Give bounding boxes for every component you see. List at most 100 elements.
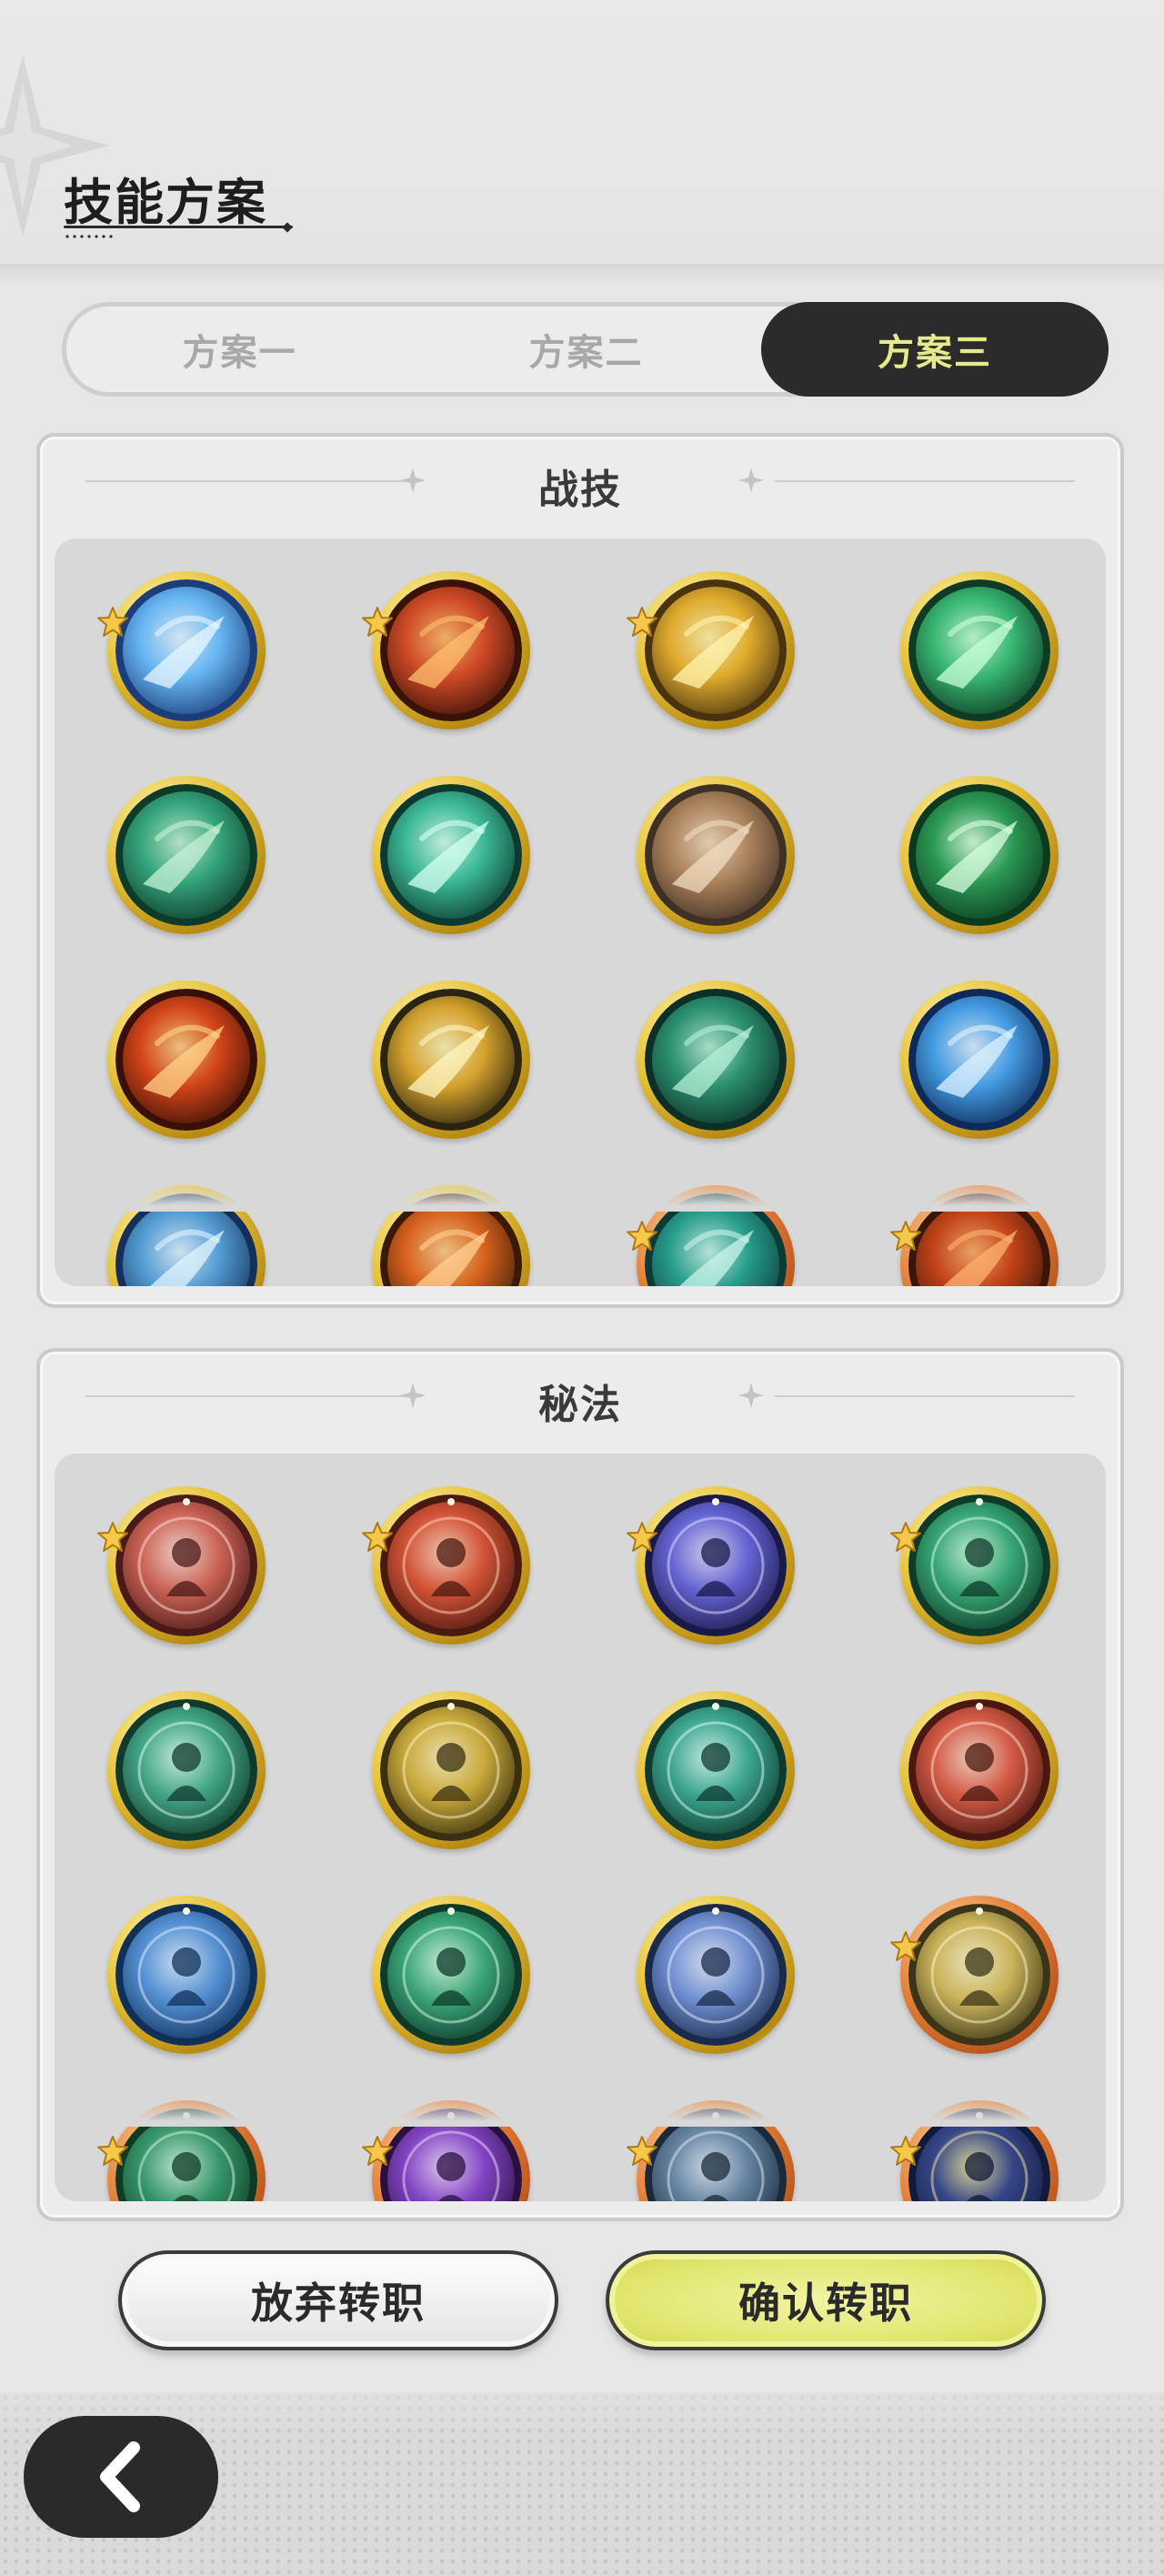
- ring-marker: [447, 1907, 455, 1915]
- healing-cross-skill-slot[interactable]: [900, 776, 1059, 934]
- tab-plan-1[interactable]: 方案一: [66, 307, 413, 392]
- arcane-clock-art-slot[interactable]: [627, 1486, 795, 1645]
- heart-art-slot[interactable]: [890, 1486, 1059, 1645]
- wind-blades-skill-icon: [380, 784, 522, 926]
- green-slash-skill-icon: [908, 579, 1050, 721]
- title-underline-end: [282, 222, 293, 233]
- ring-marker: [447, 1703, 455, 1710]
- header-line-right: [775, 1395, 1075, 1397]
- wind-orb-skill-slot[interactable]: [107, 776, 266, 934]
- rock-shield-skill-icon: [645, 784, 787, 926]
- scroll-fade: [55, 1175, 1106, 1212]
- ring-marker: [183, 1498, 190, 1505]
- golden-spirit-art-icon: [908, 1904, 1050, 2046]
- favorite-star-icon: [97, 2136, 128, 2166]
- golden-strike-skill-slot[interactable]: [627, 571, 795, 730]
- panel-title: 秘法: [538, 1382, 622, 1428]
- golden-spirit-art-art: [908, 1904, 1050, 2046]
- fire-vortex-skill-art: [380, 579, 522, 721]
- fire-spirit-art-icon: [908, 1699, 1050, 1841]
- favorite-star-icon: [362, 1522, 393, 1552]
- starlight-art-icon: [645, 1904, 787, 2046]
- rock-shield-skill-art: [645, 784, 787, 926]
- lightning-bolt-skill-slot[interactable]: [372, 981, 530, 1139]
- plan-tabs: 方案一 方案二 方案三: [62, 302, 1109, 397]
- tab-plan-2[interactable]: 方案二: [413, 307, 759, 392]
- favorite-star-icon: [890, 1931, 921, 1961]
- chevron-left-icon: [100, 2441, 140, 2512]
- phoenix-flame-art-slot[interactable]: [362, 1486, 530, 1645]
- wind-orb-skill-icon: [115, 784, 257, 926]
- phoenix-flame-art-art: [380, 1494, 522, 1636]
- art-grid[interactable]: [55, 1454, 1106, 2201]
- sparkle-icon: [738, 468, 764, 493]
- skill-grid[interactable]: [55, 538, 1106, 1286]
- favorite-star-icon: [627, 1221, 657, 1251]
- combat-skills-panel: 战技: [36, 433, 1124, 1308]
- ring-marker: [712, 1703, 719, 1710]
- fire-vortex-skill-slot[interactable]: [362, 571, 530, 730]
- fire-vortex-skill-icon: [380, 579, 522, 721]
- wind-spirit-art-slot[interactable]: [372, 1896, 530, 2054]
- guard-shield-art-art: [115, 1699, 257, 1841]
- power-up-art-icon: [380, 1699, 522, 1841]
- healing-cross-skill-art: [908, 784, 1050, 926]
- favorite-star-icon: [627, 1522, 657, 1552]
- fireball-skill-icon: [115, 989, 257, 1131]
- ring-marker: [183, 1907, 190, 1915]
- starlight-art-slot[interactable]: [637, 1896, 795, 2054]
- fire-spirit-art-slot[interactable]: [900, 1691, 1059, 1849]
- water-spirit-art-art: [115, 1904, 257, 2046]
- wind-spirit-art-art: [380, 1904, 522, 2046]
- fireball-skill-slot[interactable]: [107, 981, 266, 1139]
- recycle-art-slot[interactable]: [637, 1691, 795, 1849]
- heart-art-art: [908, 1494, 1050, 1636]
- starlight-art-art: [645, 1904, 787, 2046]
- thorn-vine-skill-art: [645, 989, 787, 1131]
- scroll-fade: [55, 2090, 1106, 2127]
- rock-shield-skill-slot[interactable]: [637, 776, 795, 934]
- favorite-star-icon: [890, 1522, 921, 1552]
- favorite-star-icon: [97, 607, 128, 637]
- golden-spirit-art-slot[interactable]: [890, 1896, 1059, 2054]
- ice-burst-skill-slot[interactable]: [97, 571, 266, 730]
- confirm-class-change-button[interactable]: 确认转职: [606, 2250, 1046, 2350]
- power-up-art-slot[interactable]: [372, 1691, 530, 1849]
- wind-spirit-art-icon: [380, 1904, 522, 2046]
- panel-header: 秘法: [40, 1352, 1120, 1443]
- ice-crystal-skill-icon: [908, 989, 1050, 1131]
- abandon-class-change-button[interactable]: 放弃转职: [118, 2250, 558, 2350]
- header: 技能方案: [0, 0, 1164, 269]
- golden-strike-skill-icon: [645, 579, 787, 721]
- ice-crystal-skill-slot[interactable]: [900, 981, 1059, 1139]
- green-slash-skill-art: [908, 579, 1050, 721]
- header-line-right: [775, 480, 1075, 482]
- lightning-bolt-skill-art: [380, 989, 522, 1131]
- back-button[interactable]: [24, 2416, 218, 2538]
- wind-orb-skill-art: [115, 784, 257, 926]
- ring-marker: [183, 1703, 190, 1710]
- page-title: 技能方案: [64, 174, 267, 231]
- thorn-vine-skill-slot[interactable]: [637, 981, 795, 1139]
- power-up-art-art: [380, 1699, 522, 1841]
- guard-shield-art-slot[interactable]: [107, 1691, 266, 1849]
- favorite-star-icon: [890, 1221, 921, 1251]
- wind-blades-skill-slot[interactable]: [372, 776, 530, 934]
- water-spirit-art-icon: [115, 1904, 257, 2046]
- recycle-art-icon: [645, 1699, 787, 1841]
- water-spirit-art-slot[interactable]: [107, 1896, 266, 2054]
- fire-spirit-art-art: [908, 1699, 1050, 1841]
- tab-plan-3[interactable]: 方案三: [761, 302, 1109, 397]
- header-shadow: [0, 264, 1164, 286]
- ice-crystal-skill-art: [908, 989, 1050, 1131]
- crimson-orb-art-slot[interactable]: [97, 1486, 266, 1645]
- lightning-bolt-skill-icon: [380, 989, 522, 1131]
- ring-marker: [712, 1907, 719, 1915]
- ice-burst-skill-icon: [115, 579, 257, 721]
- wind-blades-skill-art: [380, 784, 522, 926]
- arcane-clock-art-art: [645, 1494, 787, 1636]
- crimson-orb-art-art: [115, 1494, 257, 1636]
- recycle-art-art: [645, 1699, 787, 1841]
- title-underline: [64, 226, 293, 228]
- green-slash-skill-slot[interactable]: [900, 571, 1059, 730]
